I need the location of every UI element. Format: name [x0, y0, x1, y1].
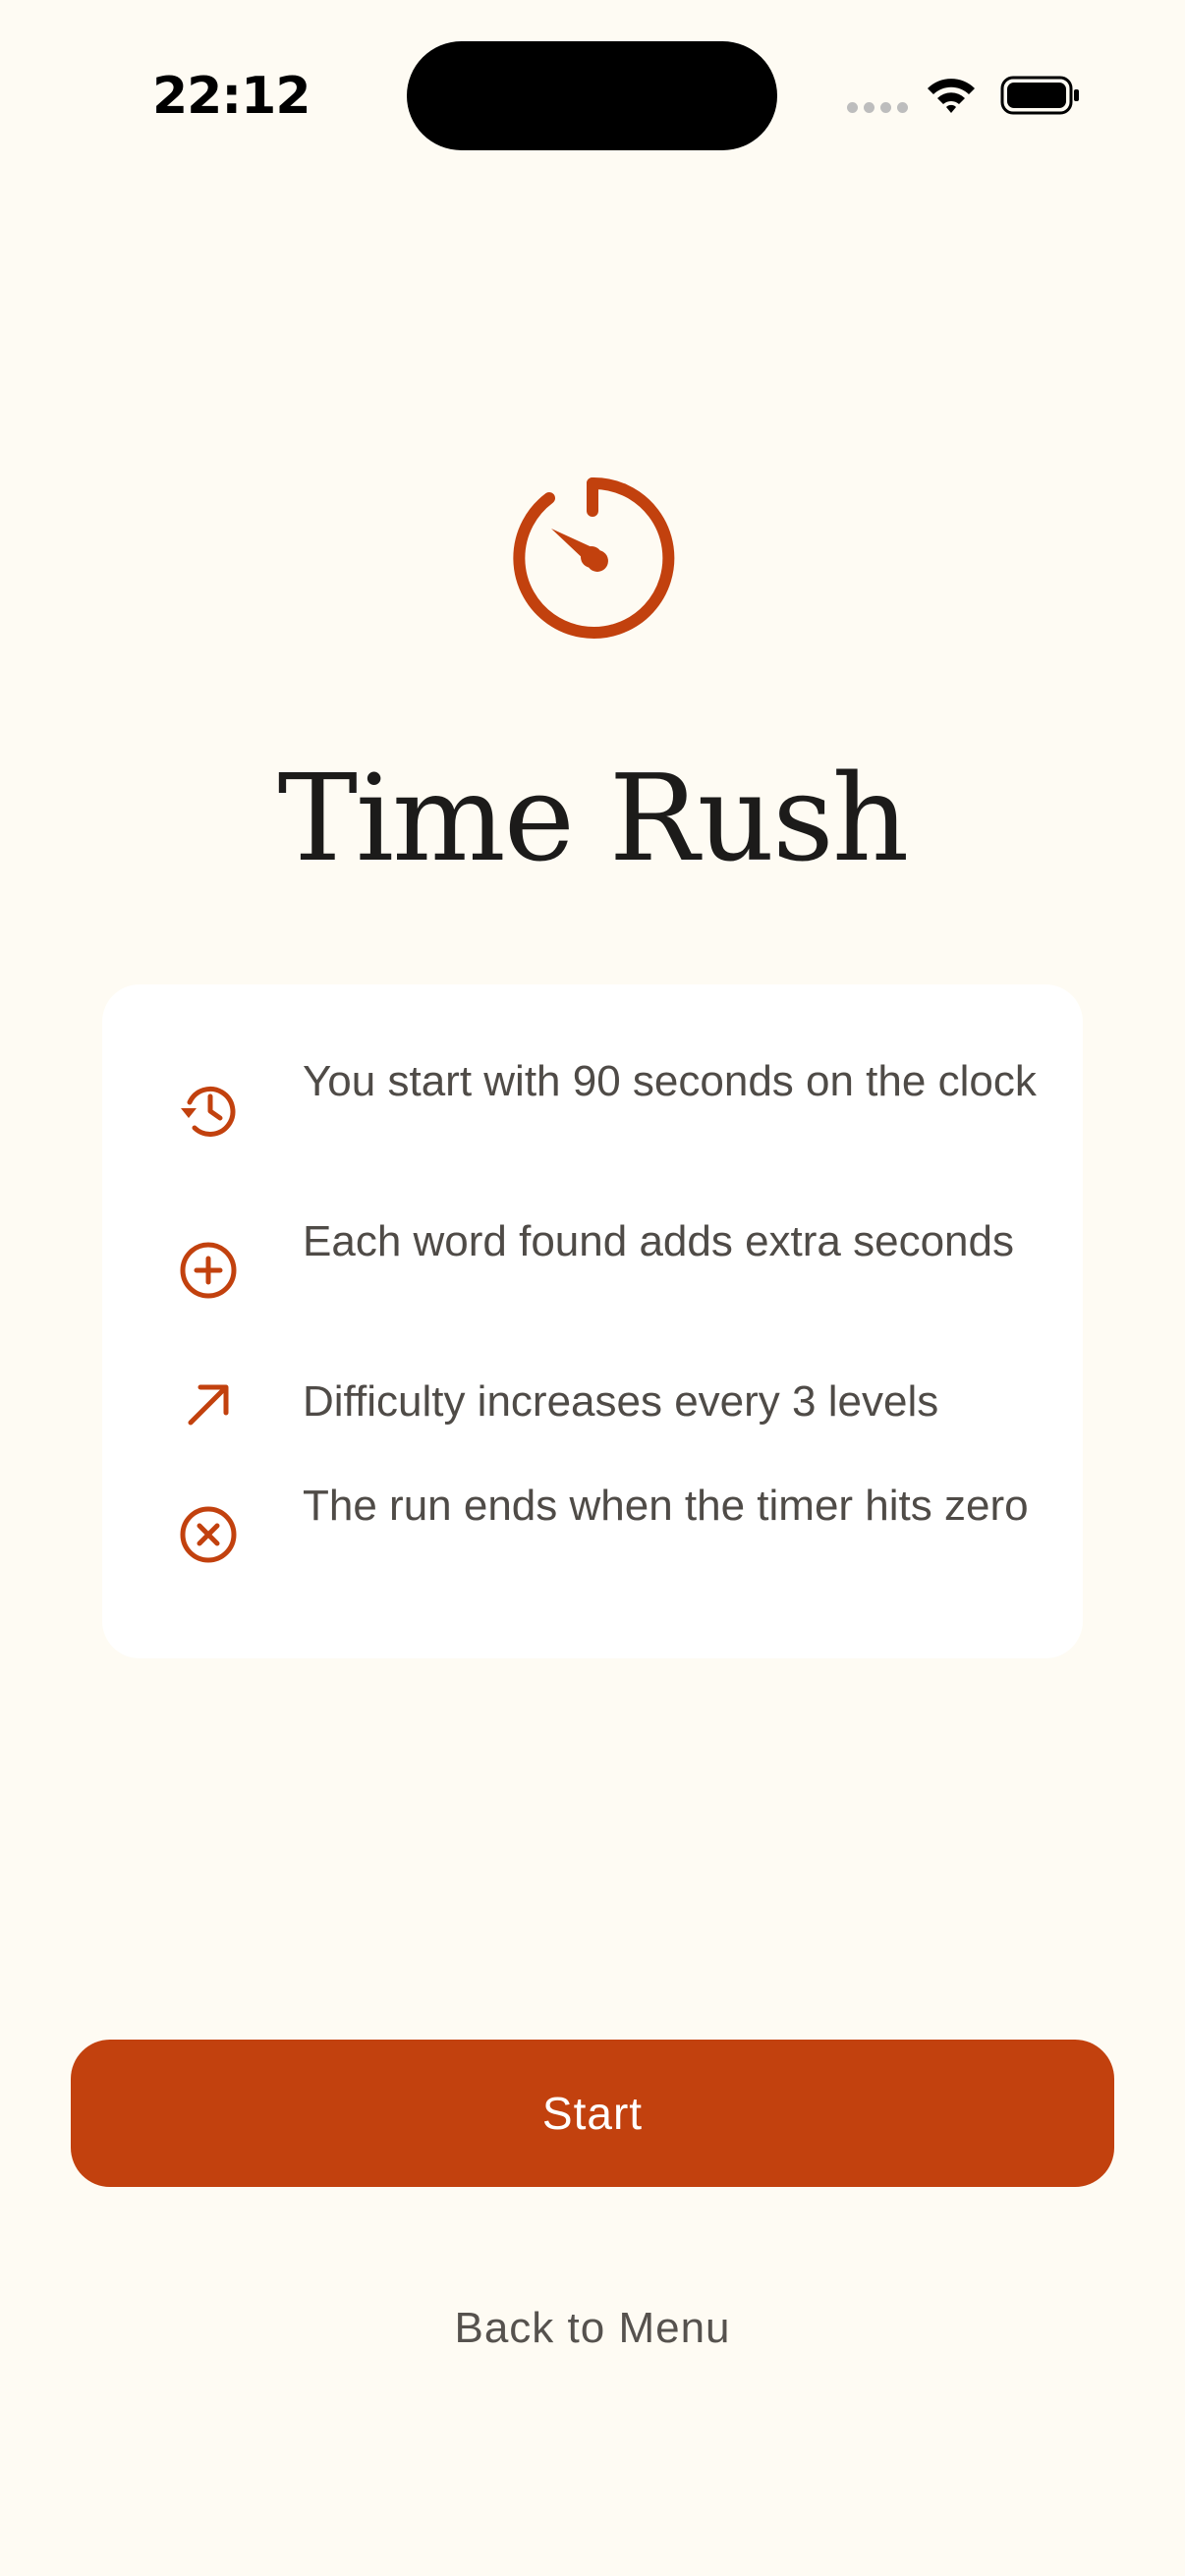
- plus-circle-icon: [180, 1242, 237, 1299]
- dynamic-island: [407, 41, 777, 150]
- rule-text: You start with 90 seconds on the clock: [303, 1057, 1037, 1105]
- rule-text: Difficulty increases every 3 levels: [303, 1377, 939, 1426]
- rule-text: The run ends when the timer hits zero: [303, 1482, 1029, 1530]
- x-circle-icon: [180, 1506, 237, 1563]
- rules-card: You start with 90 seconds on the clock E…: [102, 984, 1083, 1658]
- status-time: 22:12: [152, 67, 311, 126]
- rule-text: Each word found adds extra seconds: [303, 1217, 1015, 1265]
- back-to-menu-link[interactable]: Back to Menu: [0, 2304, 1185, 2353]
- battery-icon: [1000, 76, 1079, 115]
- cellular-signal-icon: [847, 102, 908, 113]
- clock-rewind-icon: [181, 1086, 236, 1137]
- arrow-up-right-icon: [188, 1384, 229, 1426]
- start-button[interactable]: Start: [71, 2040, 1114, 2187]
- wifi-icon: [928, 79, 975, 113]
- time-rush-intro-screen: 22:12 Time Rush You start with 90 second…: [0, 0, 1185, 2576]
- page-title: Time Rush: [277, 749, 910, 888]
- stopwatch-icon: [513, 476, 675, 639]
